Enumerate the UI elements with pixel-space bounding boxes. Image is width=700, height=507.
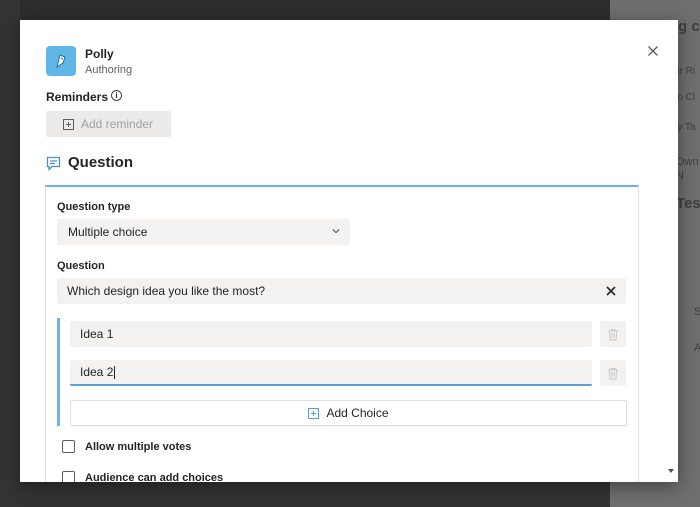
choice-input[interactable]: Idea 2 [70,360,592,386]
choice-input[interactable]: Idea 1 [70,321,592,347]
bg-fragment: g cl [678,18,700,35]
bg-fragment: S [694,306,700,318]
app-name: Polly [85,47,114,61]
choices-accent-bar [57,318,60,426]
option-label: Allow multiple votes [85,440,192,453]
delete-choice-button[interactable] [600,321,626,347]
add-reminder-button[interactable]: Add reminder [46,111,171,137]
chat-icon [46,156,61,171]
reminders-label: Reminders [46,90,109,104]
question-input-value: Which design idea you like the most? [67,284,266,298]
trash-icon [608,328,618,340]
bg-fragment: A [694,342,700,354]
background-left [0,0,20,507]
close-icon[interactable] [644,42,662,60]
info-icon[interactable]: i [111,90,122,101]
option-label: Audience can add choices [85,471,224,483]
question-type-value: Multiple choice [68,225,148,239]
question-type-label: Question type [57,201,131,213]
audience-add-choices-option[interactable]: Audience can add choices [62,471,223,482]
delete-choice-button[interactable] [600,360,626,386]
chevron-down-icon [332,229,340,234]
audience-add-choices-checkbox[interactable] [62,471,75,482]
question-type-dropdown[interactable]: Multiple choice [57,219,350,245]
question-label: Question [57,260,105,272]
add-choice-button[interactable]: Add Choice [70,400,627,426]
bg-fragment: Own [676,156,699,168]
add-reminder-label: Add reminder [81,117,154,131]
trash-icon [608,367,618,379]
choice-value: Idea 1 [80,327,114,341]
question-section-title: Question [68,154,134,171]
app-subtitle: Authoring [85,64,133,76]
plus-icon [308,407,320,419]
allow-multiple-votes-option[interactable]: Allow multiple votes [62,440,191,453]
text-cursor [114,365,116,379]
polly-app-icon [46,46,76,76]
polly-dialog: Polly Authoring Reminders i Add reminder… [20,20,678,482]
bg-fragment: Tes [676,195,700,212]
clear-icon[interactable] [604,284,618,298]
add-choice-label: Add Choice [326,406,389,420]
plus-icon [63,118,74,130]
choice-value: Idea 2 [80,365,114,379]
question-input[interactable]: Which design idea you like the most? [57,278,626,304]
allow-multiple-votes-checkbox[interactable] [62,440,75,453]
scroll-down-icon[interactable] [668,468,674,474]
background-bottom [20,482,610,507]
